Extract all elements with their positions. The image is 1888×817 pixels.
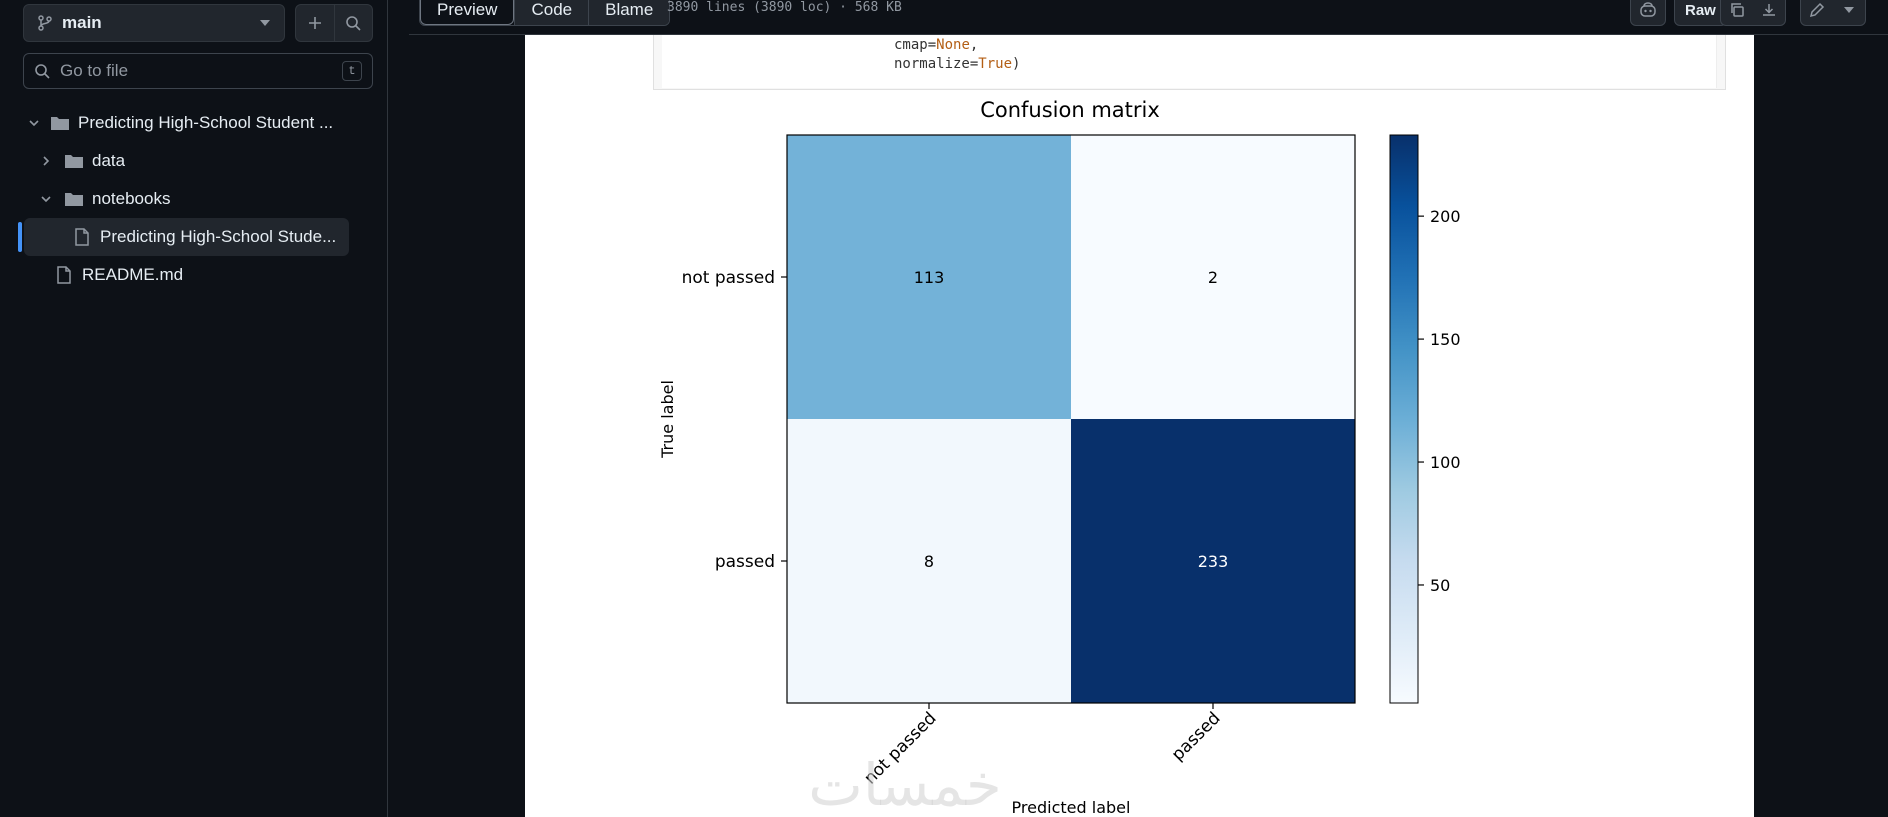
raw-button[interactable]: Raw (1674, 0, 1727, 26)
chevron-down-icon (29, 120, 39, 127)
confusion-matrix-chart: Confusion matrix 113 2 8 233 not passed pass… (658, 98, 1461, 817)
selected-indicator (18, 222, 22, 252)
search-icon (346, 16, 361, 31)
tab-code[interactable]: Code (514, 0, 589, 25)
tree-item-label: README.md (82, 265, 184, 284)
copy-icon (1731, 3, 1744, 17)
cell-value-label: 113 (914, 268, 945, 287)
tree-item-data-folder[interactable]: data (4, 142, 388, 180)
colorbar-tick-label: 50 (1430, 576, 1450, 595)
folder-icon (51, 117, 69, 130)
file-icon (57, 266, 71, 284)
file-meta-info: 3890 lines (3890 loc) · 568 KB (667, 0, 902, 15)
code-line: cmap=None, (894, 37, 979, 53)
tree-item-label: Predicting High-School Stude... (100, 227, 337, 246)
copilot-icon (1640, 2, 1656, 17)
tree-item-notebooks-folder[interactable]: notebooks (4, 180, 388, 218)
file-icon (75, 228, 89, 246)
y-tick-label: not passed (682, 268, 775, 288)
go-to-file-input[interactable] (60, 61, 342, 81)
cell-value-label: 8 (924, 552, 934, 571)
edit-options-dropdown[interactable] (1833, 7, 1865, 13)
colorbar-tick-label: 200 (1430, 207, 1461, 226)
keyboard-shortcut-hint: t (342, 61, 362, 81)
tab-preview[interactable]: Preview (420, 0, 515, 25)
x-axis-label: Predicted label (1012, 798, 1131, 817)
colorbar (1389, 134, 1419, 704)
caret-down-icon (260, 20, 270, 26)
watermark: خمسات (808, 751, 1001, 817)
chevron-right-icon (43, 156, 50, 166)
colorbar-tick-label: 150 (1430, 330, 1461, 349)
y-tick-label: passed (715, 552, 775, 572)
tab-blame[interactable]: Blame (588, 0, 670, 25)
plus-icon (308, 17, 321, 29)
folder-icon (65, 155, 83, 168)
copy-download-group (1720, 0, 1786, 26)
git-branch-icon (38, 15, 52, 31)
x-tick-label: passed (1168, 708, 1225, 765)
search-code-button[interactable] (333, 5, 373, 41)
chart-title: Confusion matrix (980, 98, 1160, 122)
caret-down-icon (1844, 7, 1854, 13)
chevron-down-icon (41, 196, 51, 203)
cell-value-label: 233 (1198, 552, 1229, 571)
tree-item-readme-file[interactable]: README.md (4, 256, 388, 294)
tree-item-root-folder[interactable]: Predicting High-School Student ... (4, 104, 388, 142)
view-mode-tabs: Preview Code Blame (419, 0, 671, 26)
download-raw-button[interactable] (1753, 2, 1785, 18)
code-line: normalize=True) (894, 56, 1021, 72)
cell-value-label: 2 (1208, 268, 1218, 287)
y-axis-label: True label (658, 380, 677, 459)
tree-item-label: notebooks (92, 189, 171, 208)
notebook-preview-area: cmap=None, normalize=True) Confusion mat… (409, 35, 1888, 817)
download-icon (1763, 4, 1775, 16)
edit-group (1800, 0, 1866, 26)
tree-item-notebook-file[interactable]: Predicting High-School Stude... (18, 218, 349, 256)
copilot-button[interactable] (1630, 0, 1666, 26)
file-view-toolbar: Preview Code Blame 3890 lines (3890 loc)… (409, 0, 1888, 35)
colorbar-tick-label: 100 (1430, 453, 1461, 472)
add-file-button[interactable] (296, 5, 334, 41)
folder-icon (65, 193, 83, 206)
tree-item-label: Predicting High-School Student ... (78, 113, 334, 132)
branch-name: main (62, 13, 102, 32)
file-tree: Predicting High-School Student ... data … (4, 104, 388, 294)
code-cell: cmap=None, normalize=True) (653, 35, 1726, 90)
edit-file-button[interactable] (1801, 2, 1833, 18)
tree-item-label: data (92, 151, 126, 170)
branch-selector-button[interactable]: main (23, 4, 285, 42)
pencil-icon (1809, 2, 1825, 18)
search-icon (35, 64, 50, 79)
copy-raw-button[interactable] (1721, 2, 1753, 18)
notebook-render: cmap=None, normalize=True) Confusion mat… (525, 35, 1754, 817)
file-tree-sidebar: main t Predicting High-School Student ..… (4, 0, 388, 817)
go-to-file-search: t (23, 53, 373, 89)
code-cell-input: cmap=None, normalize=True) (662, 35, 1717, 88)
tree-action-group (295, 4, 373, 42)
